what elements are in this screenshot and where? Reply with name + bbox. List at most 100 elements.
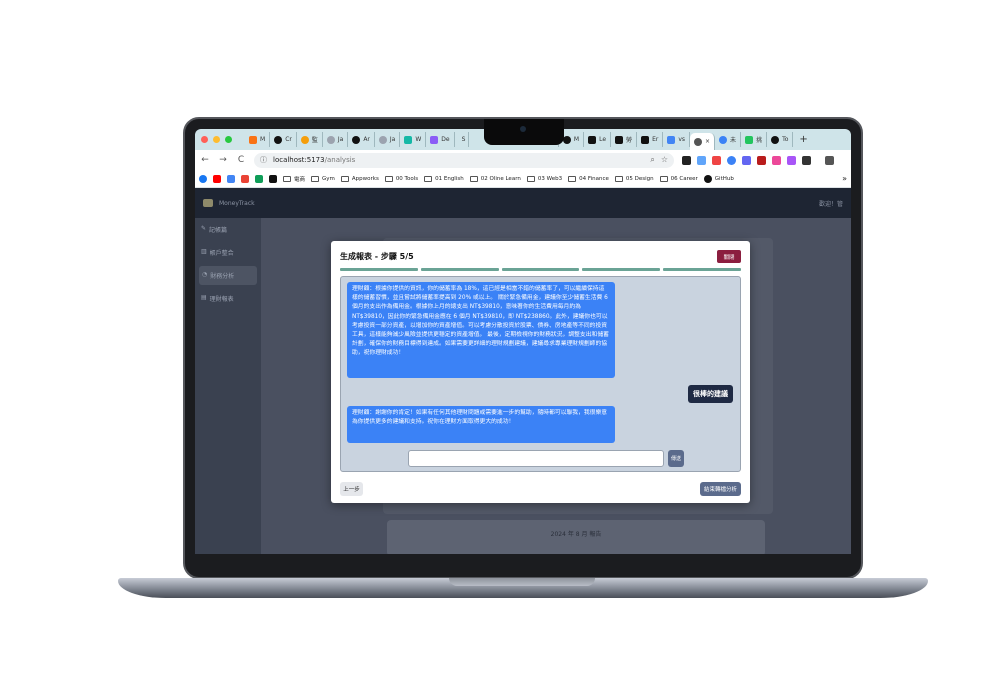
sidebar-item-analysis[interactable]: ◔ 財務分析 (199, 266, 257, 285)
forward-arrow-icon[interactable]: → (218, 155, 228, 165)
sidebar-item-accounts[interactable]: ▥ 帳戶整合 (195, 241, 261, 264)
close-tab-icon[interactable]: × (705, 138, 710, 145)
bookmark-folder[interactable]: 電商 (283, 175, 305, 183)
sidebar-item-reports[interactable]: ▤ 理財報表 (195, 287, 261, 310)
browser-tab[interactable]: Er (637, 132, 664, 147)
chart-icon: ◔ (202, 271, 208, 278)
step-indicator (501, 268, 580, 271)
extension-icon[interactable] (712, 155, 721, 165)
extension-icon[interactable] (727, 155, 736, 165)
laptop-base-groove (449, 578, 595, 586)
drive-icon[interactable] (255, 174, 263, 183)
extension-icon[interactable] (787, 155, 796, 165)
tab-favicon-icon (694, 137, 703, 146)
gmail-icon[interactable] (241, 174, 249, 183)
extension-icon[interactable] (772, 155, 781, 165)
bookmark-folder[interactable]: 05 Design (614, 175, 654, 182)
minimize-window-button[interactable] (213, 136, 220, 143)
bookmark-folder[interactable]: 04 Finance (568, 175, 609, 182)
browser-tab[interactable]: Ja (323, 132, 349, 147)
folder-icon (568, 175, 577, 182)
browser-tab[interactable]: De (426, 132, 455, 147)
browser-tab[interactable]: vs (663, 132, 691, 147)
send-button[interactable]: 傳送 (668, 450, 684, 467)
google-icon (667, 135, 676, 144)
close-window-button[interactable] (201, 136, 208, 143)
bookmark-github[interactable]: GitHub (703, 174, 734, 183)
assistant-message: 理財顧：謝謝你的肯定！如果有任何其他理財問題或需要進一步的幫助，隨時都可以聯我，… (347, 406, 615, 443)
github-icon (352, 135, 361, 144)
browser-tab[interactable]: S (455, 132, 469, 147)
folder-icon (614, 175, 623, 182)
bookmark-folder[interactable]: 00 Tools (384, 175, 418, 182)
finish-analysis-button[interactable]: 結束轉檔分析 (700, 482, 741, 496)
browser-tab[interactable]: Cr (270, 132, 297, 147)
step-indicator (663, 268, 741, 271)
browser-tab[interactable]: 監 (297, 132, 323, 147)
download-icon[interactable] (825, 155, 834, 165)
browser-tab[interactable]: To (767, 132, 794, 147)
extension-icon[interactable] (757, 155, 766, 165)
bookmark-folder[interactable]: 02 Oline Learn (469, 175, 521, 182)
tab-favicon-icon (430, 135, 439, 144)
browser-tab[interactable]: Le (584, 132, 612, 147)
document-icon: ▤ (201, 294, 207, 301)
camera-dot (520, 126, 526, 132)
bookmark-folder[interactable]: 06 Career (659, 175, 698, 182)
sidebar-item-bookkeeping[interactable]: ✎ 記帳篇 (195, 218, 261, 241)
github-icon (274, 135, 283, 144)
new-tab-button[interactable]: + (793, 134, 813, 145)
browser-tab[interactable]: W (400, 132, 427, 147)
zoom-icon[interactable]: ⌕ (650, 155, 654, 165)
chat-messages[interactable]: 理財顧：根據你提供的資訊，你的儲蓄率為 18%，這已經是相當不錯的儲蓄率了，可以… (342, 278, 739, 443)
tab-favicon-icon (719, 135, 728, 144)
extension-icon[interactable] (682, 155, 691, 165)
github-icon (703, 174, 712, 183)
calendar-icon[interactable] (227, 174, 235, 183)
browser-tab[interactable]: Ar (348, 132, 375, 147)
close-button[interactable]: 關閉 (717, 250, 741, 263)
tab-favicon-icon (404, 135, 413, 144)
folder-icon (340, 175, 349, 182)
modal-title: 生成報表 - 步驟 5/5 (340, 252, 414, 261)
browser-tab[interactable]: 挑 (741, 132, 768, 147)
report-card[interactable]: 2024 年 8 月 報告 (387, 520, 765, 554)
notion-icon[interactable] (269, 174, 277, 183)
chat-input[interactable] (408, 450, 664, 467)
bookmark-folder[interactable]: 01 English (424, 175, 464, 182)
address-bar[interactable]: ⓘ localhost:5173/analysis ⌕ ☆ (254, 152, 674, 168)
sidebar: ✎ 記帳篇 ▥ 帳戶整合 ◔ 財務分析 ▤ 理財報表 (195, 218, 261, 554)
step-indicator (582, 268, 661, 271)
bookmark-folder[interactable]: Appworks (340, 175, 379, 182)
folder-icon (311, 175, 320, 182)
reload-icon[interactable]: C (236, 155, 246, 165)
previous-step-button[interactable]: 上一步 (340, 482, 363, 496)
facebook-icon[interactable] (199, 174, 207, 183)
site-info-icon[interactable]: ⓘ (260, 155, 267, 165)
camera-notch (484, 119, 564, 145)
browser-tab[interactable]: Ja (375, 132, 401, 147)
bookmark-folder[interactable]: 03 Web3 (526, 175, 562, 182)
browser-tab[interactable]: M (245, 132, 271, 147)
extension-icon[interactable] (697, 155, 706, 165)
back-arrow-icon[interactable]: ← (200, 155, 210, 165)
step-indicator (340, 268, 418, 271)
tab-favicon-icon (615, 135, 624, 144)
browser-tab[interactable]: 未 (715, 132, 742, 147)
youtube-icon[interactable] (213, 174, 221, 183)
tab-favicon-icon (562, 135, 571, 144)
more-bookmarks-button[interactable]: » (842, 174, 847, 183)
folder-icon (283, 175, 291, 182)
user-message: 很棒的建議 (688, 385, 733, 403)
maximize-window-button[interactable] (225, 136, 232, 143)
bookmark-folder[interactable]: Gym (311, 175, 335, 182)
tab-favicon-icon (378, 135, 387, 144)
browser-tab[interactable]: 勞 (611, 132, 638, 147)
browser-tab-active[interactable]: × (690, 133, 716, 150)
tab-favicon-icon (300, 135, 309, 144)
folder-icon (659, 175, 668, 182)
zoom-icon (771, 135, 780, 144)
extensions-puzzle-icon[interactable] (802, 155, 811, 165)
bookmark-star-icon[interactable]: ☆ (661, 155, 668, 165)
extension-icon[interactable] (742, 155, 751, 165)
